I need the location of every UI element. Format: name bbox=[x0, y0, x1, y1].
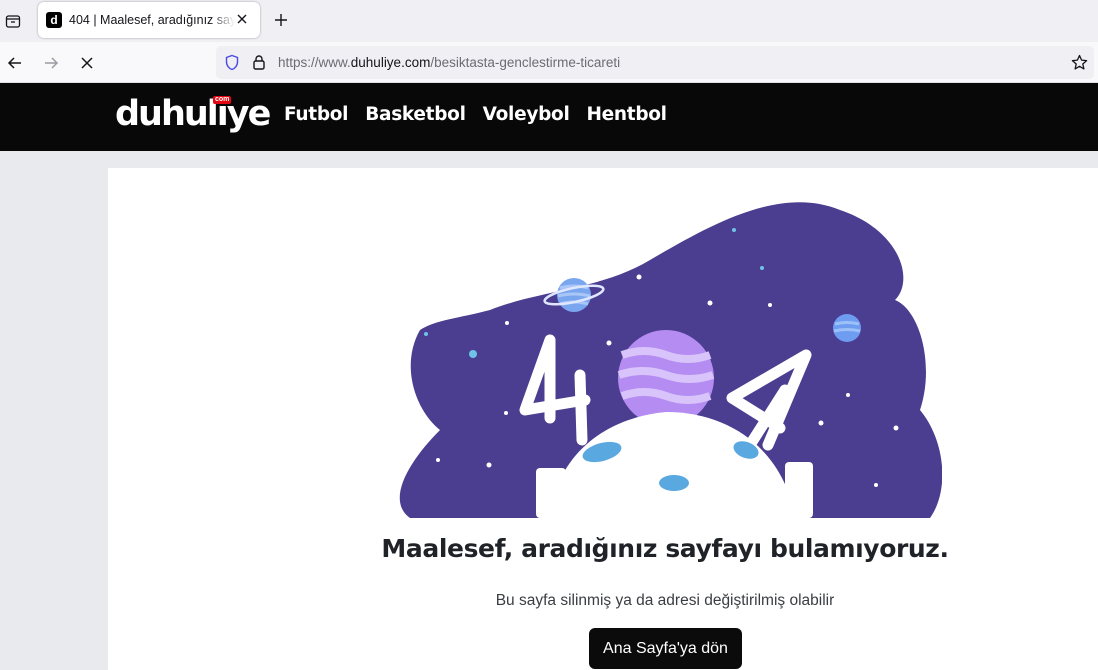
url-path: /besiktasta-genclestirme-ticareti bbox=[430, 55, 621, 70]
404-space-illustration-icon bbox=[399, 202, 942, 518]
tab-close-icon[interactable] bbox=[234, 11, 250, 27]
error-content: Maalesef, aradığınız sayfayı bulamıyoruz… bbox=[108, 168, 1098, 670]
tracking-shield-icon[interactable] bbox=[224, 54, 240, 76]
nav-link-hentbol[interactable]: Hentbol bbox=[586, 104, 667, 125]
browser-tab-bar: d 404 | Maalesef, aradığınız sayfayı bul… bbox=[0, 0, 1098, 42]
blue-planet bbox=[833, 314, 861, 342]
main-nav: Futbol Basketbol Voleybol Hentbol bbox=[284, 104, 684, 125]
nav-link-futbol[interactable]: Futbol bbox=[284, 104, 349, 125]
new-tab-plus-icon[interactable] bbox=[272, 11, 290, 29]
nav-link-basketbol[interactable]: Basketbol bbox=[365, 104, 466, 125]
url-text[interactable]: https://www.duhuliye.com/besiktasta-genc… bbox=[278, 55, 620, 70]
logo-badge: com bbox=[213, 96, 232, 104]
site-favicon-icon: d bbox=[46, 12, 62, 28]
logo-text: duhuliye bbox=[115, 94, 271, 134]
purple-planet bbox=[617, 330, 715, 426]
tab-title: 404 | Maalesef, aradığınız sayfayı bulam… bbox=[69, 13, 235, 27]
bookmark-star-icon[interactable] bbox=[1071, 54, 1088, 76]
error-message: Bu sayfa silinmiş ya da adresi değiştiri… bbox=[495, 592, 835, 609]
browser-nav-bar: https://www.duhuliye.com/besiktasta-genc… bbox=[0, 42, 1098, 83]
url-prefix: https://www. bbox=[278, 55, 351, 70]
go-home-button[interactable]: Ana Sayfa'ya dön bbox=[589, 628, 742, 669]
duhuliye-logo[interactable]: duhuliye com bbox=[115, 93, 271, 135]
back-arrow-icon[interactable] bbox=[4, 52, 26, 74]
tab-list-icon[interactable] bbox=[2, 10, 24, 32]
site-header: duhuliye com Futbol Basketbol Voleybol H… bbox=[0, 83, 1098, 151]
address-bar[interactable]: https://www.duhuliye.com/besiktasta-genc… bbox=[216, 46, 1094, 79]
stop-loading-icon[interactable] bbox=[76, 52, 98, 74]
nav-link-voleybol[interactable]: Voleybol bbox=[483, 104, 570, 125]
error-heading: Maalesef, aradığınız sayfayı bulamıyoruz… bbox=[381, 534, 949, 563]
lock-icon[interactable] bbox=[252, 54, 266, 76]
browser-tab-active[interactable]: d 404 | Maalesef, aradığınız sayfayı bul… bbox=[38, 2, 260, 38]
url-domain: duhuliye.com bbox=[350, 55, 431, 70]
forward-arrow-icon[interactable] bbox=[40, 52, 62, 74]
